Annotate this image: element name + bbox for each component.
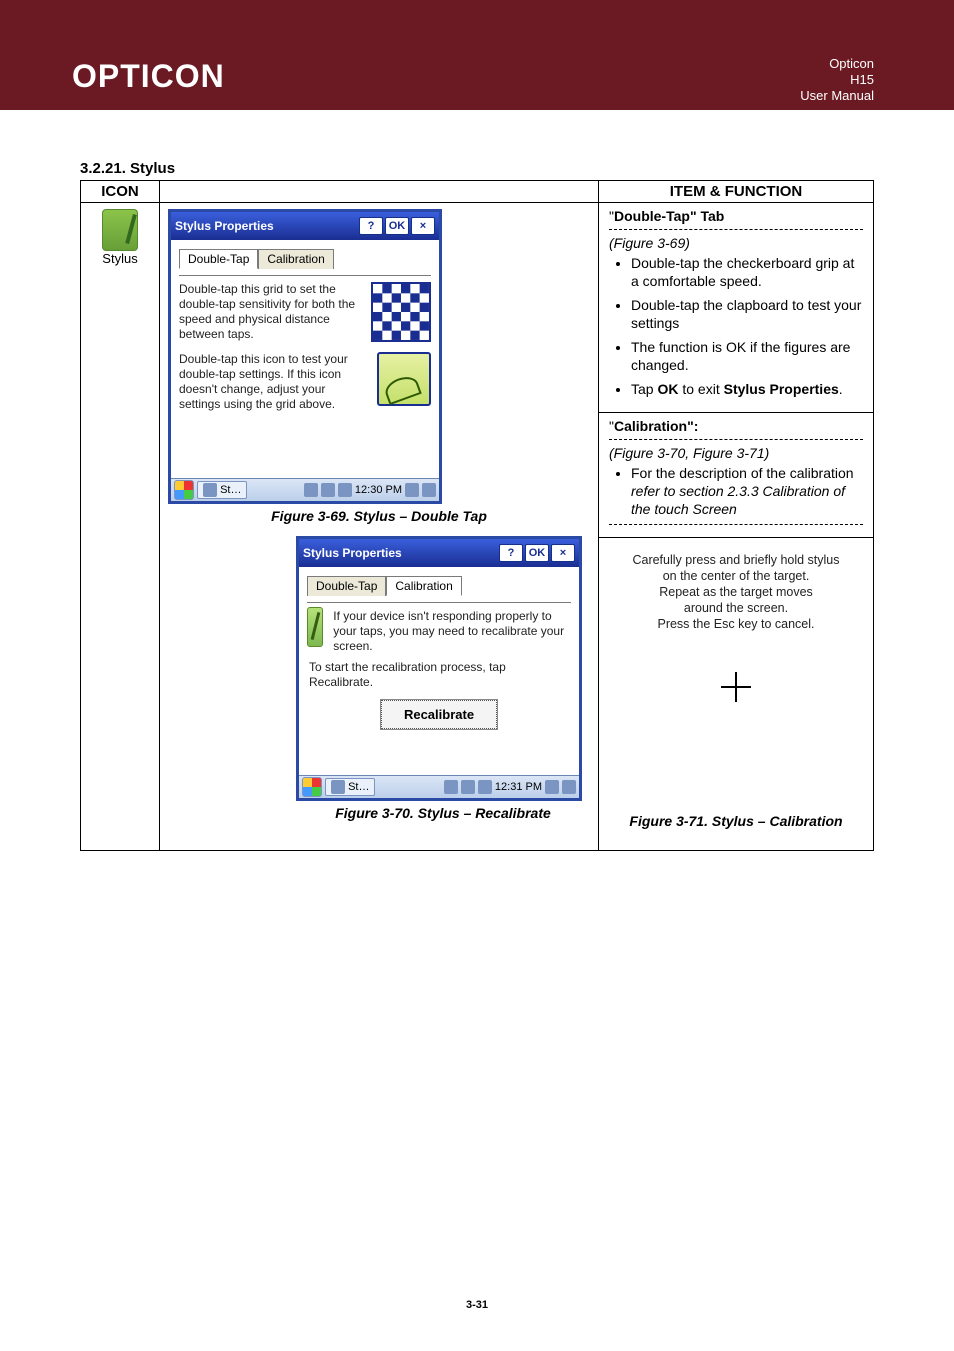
close-button[interactable]: × <box>551 544 575 562</box>
col-header-mid <box>160 181 599 203</box>
close-button[interactable]: × <box>411 217 435 235</box>
fig69-para1: Double-tap this grid to set the double-t… <box>179 282 361 342</box>
test-clapboard-icon[interactable] <box>377 352 431 406</box>
right-calibration-cell: "Calibration": (Figure 3-70, Figure 3-71… <box>599 413 874 538</box>
fig70-taskbar: St… 12:31 PM <box>299 775 579 798</box>
taskbar-app-button[interactable]: St… <box>197 481 247 499</box>
right-doubletap-cell: "Double-Tap" Tab (Figure 3-69) Double-ta… <box>599 203 874 413</box>
col-header-icon: ICON <box>81 181 160 203</box>
stylus-mini-icon <box>307 607 323 647</box>
fig70-memo1: If your device isn't responding properly… <box>333 609 569 654</box>
fig71-caption: Figure 3-71. Stylus – Calibration <box>609 812 863 830</box>
ok-button[interactable]: OK <box>385 217 409 235</box>
tab-double-tap[interactable]: Double-Tap <box>307 576 386 596</box>
page-number: 3-31 <box>0 1299 954 1311</box>
dashed-separator <box>609 524 863 525</box>
taskbar-app-button[interactable]: St… <box>325 778 375 796</box>
tray-icon[interactable] <box>304 483 318 497</box>
fig70-window: Stylus Properties ? OK × Double-Tap Cali… <box>296 536 582 801</box>
dashed-separator <box>609 229 863 230</box>
tray-icon[interactable] <box>338 483 352 497</box>
fig69-taskbar: St… 12:30 PM <box>171 478 439 501</box>
fig69-body: Double-Tap Calibration Double-tap this g… <box>171 240 439 478</box>
cal-title-strong: Calibration <box>614 418 687 434</box>
doc-meta: Opticon H15 User Manual <box>800 56 874 104</box>
fig70-titlebar: Stylus Properties ? OK × <box>299 539 579 567</box>
taskbar-app-label: St… <box>348 781 369 793</box>
calibration-target-icon[interactable] <box>721 672 751 702</box>
page-root: OPTICON Opticon H15 User Manual 3.2.21. … <box>0 0 954 1351</box>
help-button[interactable]: ? <box>499 544 523 562</box>
doc-type: User Manual <box>800 88 874 104</box>
fig69-caption: Figure 3-69. Stylus – Double Tap <box>168 508 590 524</box>
tray-icon[interactable] <box>444 780 458 794</box>
checkerboard-grid[interactable] <box>371 282 431 342</box>
dt-bullet-2: Double-tap the clapboard to test your se… <box>631 296 863 332</box>
fig70-memo2: To start the recalibration process, tap … <box>309 660 569 690</box>
cal-bullets: For the description of the calibration r… <box>609 464 863 518</box>
fig69-title-text: Stylus Properties <box>175 219 357 233</box>
content-area: 3.2.21. Stylus ICON ITEM & FUNCTION Styl… <box>80 160 874 851</box>
tray-icon[interactable] <box>405 483 419 497</box>
fig69-para2: Double-tap this icon to test your double… <box>179 352 367 412</box>
tab-calibration[interactable]: Calibration <box>258 249 333 269</box>
main-table: ICON ITEM & FUNCTION Stylus Stylus <box>80 180 874 851</box>
doc-model: H15 <box>800 72 874 88</box>
brand-logo: OPTICON <box>72 58 225 95</box>
doc-brand: Opticon <box>800 56 874 72</box>
tray-icon[interactable] <box>478 780 492 794</box>
cal-bullet-1: For the description of the calibration r… <box>631 464 863 518</box>
fig70-caption: Figure 3-70. Stylus – Recalibrate <box>296 805 590 821</box>
fig71-panel: Carefully press and briefly hold stylus … <box>609 546 863 808</box>
taskbar-app-icon <box>331 780 345 794</box>
dt-bullet-1: Double-tap the checkerboard grip at a co… <box>631 254 863 290</box>
icon-cell: Stylus <box>81 203 160 851</box>
col-header-func: ITEM & FUNCTION <box>599 181 874 203</box>
dt-bullet-4: Tap OK to exit Stylus Properties. <box>631 380 863 398</box>
taskbar-clock: 12:30 PM <box>355 484 402 496</box>
fig69-window: Stylus Properties ? OK × Double-Tap Cali… <box>168 209 442 504</box>
tab-double-tap[interactable]: Double-Tap <box>179 249 258 269</box>
tray-icon[interactable] <box>461 780 475 794</box>
dashed-separator <box>609 439 863 440</box>
tray-icon[interactable] <box>562 780 576 794</box>
fig71-instructions: Carefully press and briefly hold stylus … <box>613 552 859 632</box>
start-icon[interactable] <box>174 480 194 500</box>
dt-title-rest: " Tab <box>690 208 724 224</box>
tray-icon[interactable] <box>422 483 436 497</box>
tab-calibration[interactable]: Calibration <box>386 576 461 596</box>
dt-bullet-3: The function is OK if the figures are ch… <box>631 338 863 374</box>
taskbar-app-label: St… <box>220 484 241 496</box>
stylus-icon <box>102 209 138 251</box>
ok-button[interactable]: OK <box>525 544 549 562</box>
taskbar-clock: 12:31 PM <box>495 781 542 793</box>
fig71-cell: Carefully press and briefly hold stylus … <box>599 538 874 851</box>
tray-icon[interactable] <box>321 483 335 497</box>
start-icon[interactable] <box>302 777 322 797</box>
fig70-title-text: Stylus Properties <box>303 546 497 560</box>
section-heading: 3.2.21. Stylus <box>80 160 874 177</box>
fig69-titlebar: Stylus Properties ? OK × <box>171 212 439 240</box>
cal-fig-ref: (Figure 3-70, Figure 3-71) <box>609 444 863 462</box>
header-bar: OPTICON Opticon H15 User Manual <box>0 0 954 110</box>
fig70-body: Double-Tap Calibration If your device is… <box>299 567 579 775</box>
dt-title-strong: Double-Tap <box>614 208 690 224</box>
dt-bullets: Double-tap the checkerboard grip at a co… <box>609 254 863 398</box>
dt-fig-ref: (Figure 3-69) <box>609 234 863 252</box>
recalibrate-button[interactable]: Recalibrate <box>381 700 497 729</box>
tray-icon[interactable] <box>545 780 559 794</box>
stylus-icon-label: Stylus <box>85 251 155 266</box>
cal-title-rest: ": <box>687 418 698 434</box>
taskbar-app-icon <box>203 483 217 497</box>
help-button[interactable]: ? <box>359 217 383 235</box>
